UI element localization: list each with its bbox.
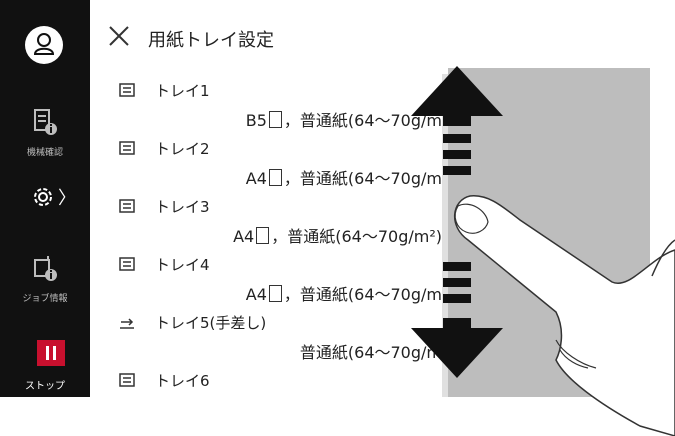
tray-name: トレイ3 <box>155 198 210 216</box>
tray-name: トレイ1 <box>155 82 210 100</box>
paper-type: 普通紙(64〜70g/m <box>299 111 442 130</box>
paper-size: A4 <box>245 285 267 304</box>
job-info-label: ジョブ情報 <box>22 294 68 304</box>
close-icon[interactable] <box>108 25 130 47</box>
tray-icon <box>119 373 135 387</box>
screen-bottom-edge <box>0 397 675 436</box>
tray-detail: A4 ，普通紙(64〜70g/m <box>245 285 442 304</box>
tray-row-6[interactable]: トレイ6 <box>97 364 442 397</box>
tray-row-3[interactable]: トレイ3 A4 ，普通紙(64〜70g/m²) <box>97 190 442 249</box>
stop-label: ストップ <box>25 381 65 392</box>
paper-type: 普通紙(64〜70g/m <box>299 169 442 188</box>
paper-size: A4 <box>245 169 267 188</box>
user-icon <box>33 33 55 55</box>
page-title: 用紙トレイ設定 <box>148 30 274 51</box>
tray-detail: A4 ，普通紙(64〜70g/m²) <box>233 227 442 246</box>
tray-row-2[interactable]: トレイ2 A4 ，普通紙(64〜70g/m <box>97 132 442 191</box>
tray-detail: 普通紙(64〜70g/m <box>300 339 442 363</box>
stop-button[interactable] <box>37 340 65 366</box>
tray-row-4[interactable]: トレイ4 A4 ，普通紙(64〜70g/m <box>97 248 442 307</box>
paper-type: 普通紙(64〜70g/m <box>299 343 442 362</box>
gear-icon <box>34 188 52 206</box>
machine-info-icon <box>34 109 57 135</box>
tray-list: トレイ1 B5 ，普通紙(64〜70g/m トレイ2 A4 ，普通紙(64〜70g/… <box>97 74 442 397</box>
paper-type: 普通紙(64〜70g/m <box>299 285 442 304</box>
tray-name: トレイ5(手差し) <box>155 314 267 332</box>
detail-pane <box>448 68 650 397</box>
tray-icon <box>119 257 135 271</box>
sidebar: 機械確認 〉 ジョブ情報 ストップ <box>0 0 90 397</box>
paper-orientation-icon <box>268 169 282 186</box>
job-info-icon <box>34 256 57 281</box>
machine-status-button[interactable]: 機械確認 <box>0 108 90 158</box>
paper-type: 普通紙(64〜70g/m²) <box>287 227 442 246</box>
bypass-tray-icon <box>120 318 134 329</box>
chevron-right-icon: 〉 <box>58 188 76 209</box>
tray-detail: B5 ，普通紙(64〜70g/m <box>245 111 442 130</box>
paper-orientation-icon <box>268 111 282 128</box>
tray-name: トレイ6 <box>155 372 210 390</box>
tray-row-5[interactable]: トレイ5(手差し) 普通紙(64〜70g/m <box>97 306 442 365</box>
paper-orientation-icon <box>268 285 282 302</box>
user-avatar-button[interactable] <box>25 26 63 64</box>
tray-icon <box>119 199 135 213</box>
pause-icon <box>46 346 49 360</box>
machine-status-label: 機械確認 <box>26 148 63 158</box>
tray-name: トレイ2 <box>155 140 210 158</box>
paper-size: A4 <box>233 227 255 246</box>
paper-size: B5 <box>245 111 267 130</box>
tray-row-1[interactable]: トレイ1 B5 ，普通紙(64〜70g/m <box>97 74 442 133</box>
job-info-button[interactable]: ジョブ情報 <box>0 254 90 304</box>
tray-name: トレイ4 <box>155 256 210 274</box>
tray-icon <box>119 83 135 97</box>
tray-icon <box>119 141 135 155</box>
paper-orientation-icon <box>256 227 270 244</box>
settings-button[interactable]: 〉 <box>32 186 76 209</box>
tray-detail: A4 ，普通紙(64〜70g/m <box>245 169 442 188</box>
